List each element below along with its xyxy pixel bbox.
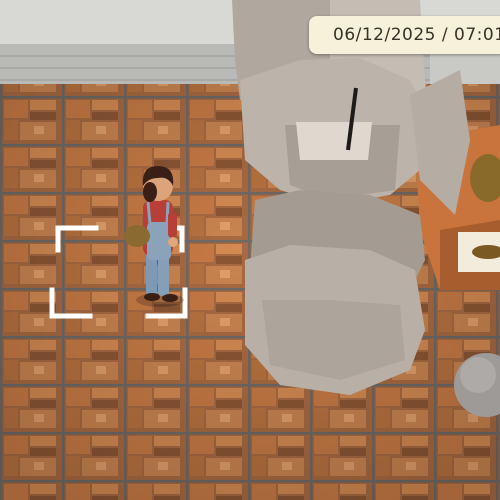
datetime-display: 06/12/2025 / 07:01	[309, 16, 500, 54]
game-scene[interactable]	[0, 0, 500, 500]
